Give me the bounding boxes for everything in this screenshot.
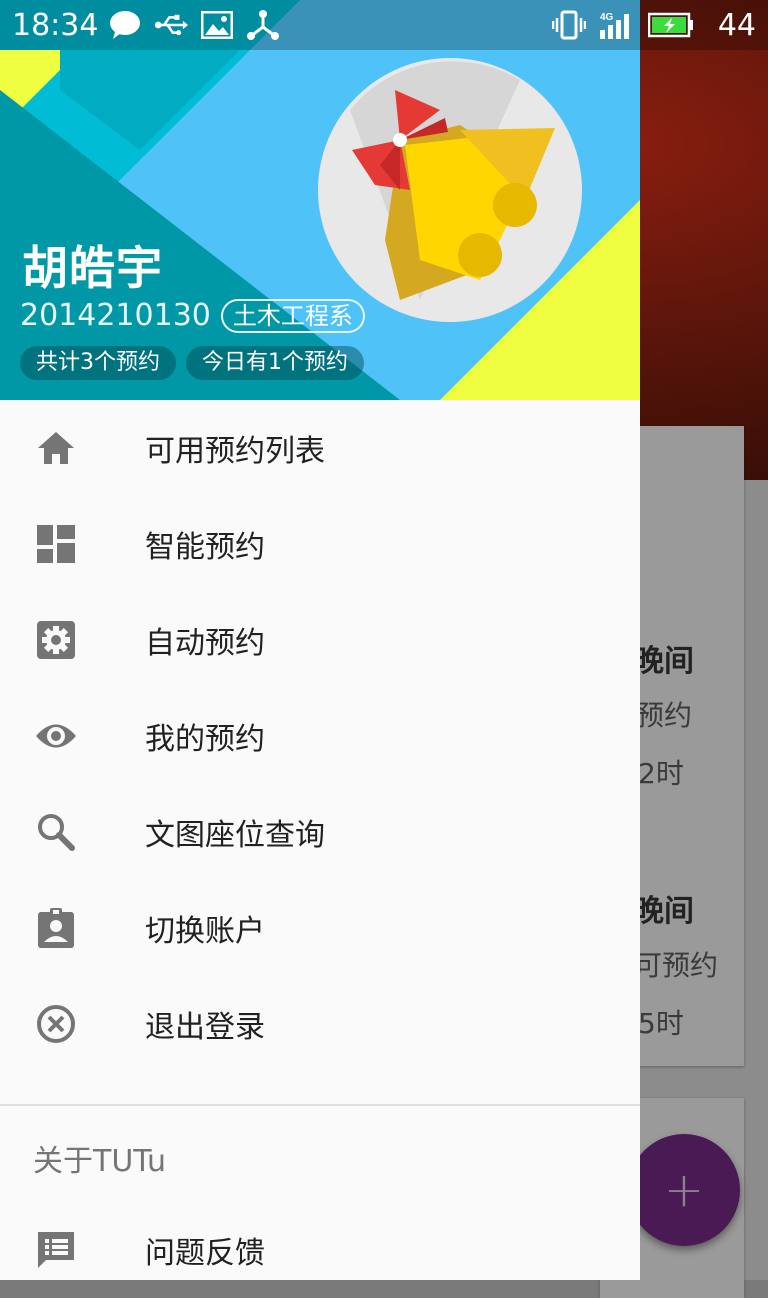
network-label: 4G bbox=[600, 12, 614, 23]
drawer-header: 胡皓宇 2014210130 土木工程系 共计3个预约 今日有1个预约 bbox=[0, 0, 640, 400]
menu-item-label: 退出登录 bbox=[145, 1010, 265, 1045]
menu-divider bbox=[0, 1104, 640, 1106]
status-bar: 18:34 4G 44 bbox=[0, 0, 768, 50]
menu-item-label: 可用预约列表 bbox=[145, 434, 325, 469]
card-title: 晚间 bbox=[634, 644, 694, 679]
menu-item-label: 切换账户 bbox=[145, 914, 265, 949]
menu-item-seat-query[interactable]: 文图座位查询 bbox=[0, 784, 640, 880]
menu-item-switch-account[interactable]: 切换账户 bbox=[0, 880, 640, 976]
card-status: 预约 bbox=[636, 699, 693, 732]
usb-icon bbox=[154, 8, 189, 42]
header-background-art bbox=[0, 0, 640, 400]
dashboard-icon bbox=[34, 522, 78, 566]
card-duration: 2时 bbox=[638, 757, 684, 790]
signal-4g-icon: 4G bbox=[598, 8, 636, 42]
battery-level: 44 bbox=[717, 7, 756, 43]
close-circle-icon bbox=[34, 1002, 78, 1046]
menu-item-auto-reserve[interactable]: 自动预约 bbox=[0, 592, 640, 688]
home-icon bbox=[34, 426, 78, 470]
menu-item-label: 问题反馈 bbox=[145, 1236, 265, 1271]
student-id-row: 2014210130 土木工程系 bbox=[20, 298, 365, 333]
battery-charging-icon bbox=[647, 8, 694, 42]
menu-item-my-reservations[interactable]: 我的预约 bbox=[0, 688, 640, 784]
add-fab-button[interactable]: + bbox=[628, 1134, 740, 1246]
account-switch-icon bbox=[34, 906, 78, 950]
menu-item-label: 智能预约 bbox=[145, 530, 265, 565]
card-title: 晚间 bbox=[634, 894, 694, 929]
department-badge: 土木工程系 bbox=[220, 298, 365, 333]
today-reservations-chip: 今日有1个预约 bbox=[186, 346, 364, 380]
navigation-drawer: 胡皓宇 2014210130 土木工程系 共计3个预约 今日有1个预约 可用预约… bbox=[0, 0, 640, 1280]
menu-item-logout[interactable]: 退出登录 bbox=[0, 976, 640, 1072]
menu-item-available-list[interactable]: 可用预约列表 bbox=[0, 400, 640, 496]
settings-gear-icon bbox=[34, 618, 78, 662]
chat-bubble-icon bbox=[108, 8, 142, 42]
share-network-icon bbox=[246, 8, 280, 42]
reservation-stats: 共计3个预约 今日有1个预约 bbox=[20, 346, 374, 380]
menu-item-label: 文图座位查询 bbox=[145, 818, 325, 853]
menu-item-smart-reserve[interactable]: 智能预约 bbox=[0, 496, 640, 592]
search-icon bbox=[34, 810, 78, 854]
card-status: 可预约 bbox=[634, 949, 719, 982]
menu-item-label: 自动预约 bbox=[145, 626, 265, 661]
drawer-menu: 可用预约列表 智能预约 自动预约 我的预约 文图座位查询 切换账户 退出登录 bbox=[0, 400, 640, 1072]
bell-logo-icon bbox=[318, 58, 582, 322]
user-name: 胡皓宇 bbox=[22, 241, 163, 295]
menu-item-label: 我的预约 bbox=[145, 722, 265, 757]
status-time: 18:34 bbox=[12, 7, 99, 43]
plus-icon: + bbox=[663, 1162, 705, 1218]
eye-icon bbox=[34, 714, 78, 758]
total-reservations-chip: 共计3个预约 bbox=[20, 346, 176, 380]
drawer-footer-menu: 问题反馈 bbox=[0, 1202, 640, 1280]
menu-item-feedback[interactable]: 问题反馈 bbox=[0, 1202, 640, 1280]
feedback-icon bbox=[34, 1228, 78, 1272]
vibrate-icon bbox=[551, 8, 586, 42]
student-id: 2014210130 bbox=[20, 298, 211, 333]
card-duration: 5时 bbox=[638, 1007, 684, 1040]
image-icon bbox=[200, 8, 234, 42]
about-section-title: 关于TUTu bbox=[33, 1144, 167, 1179]
